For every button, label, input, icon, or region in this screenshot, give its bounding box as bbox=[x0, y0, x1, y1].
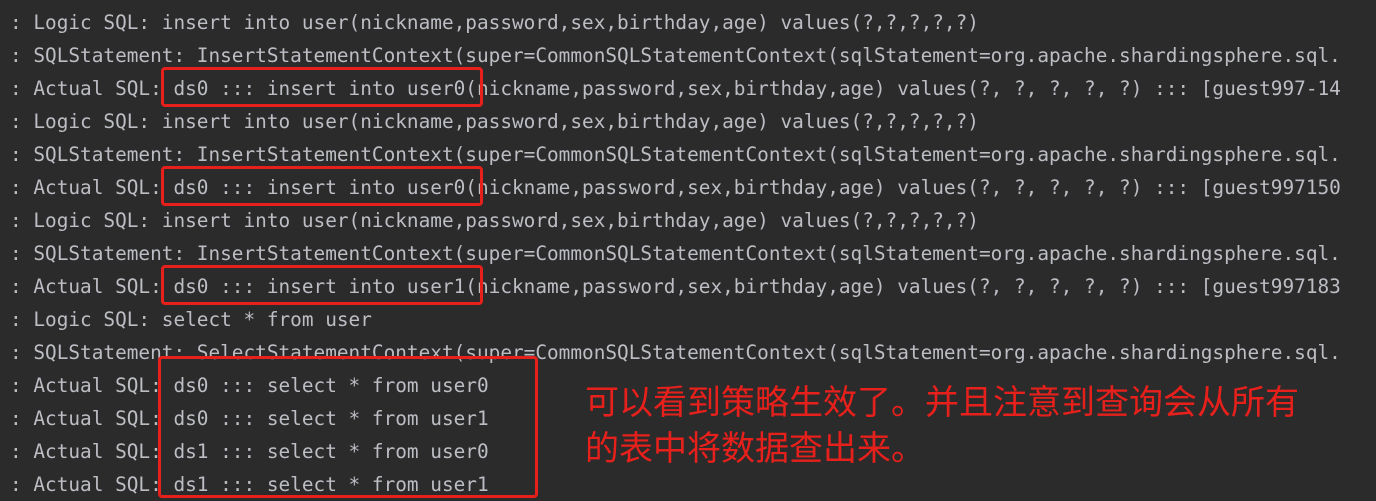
annotation-line-1: 可以看到策略生效了。并且注意到查询会从所有 bbox=[585, 383, 1299, 423]
log-line-logic-sql: : Logic SQL: select * from user bbox=[10, 308, 372, 331]
highlight-box-insert-2 bbox=[161, 166, 483, 206]
annotation-line-2: 的表中将数据查出来。 bbox=[585, 429, 925, 469]
log-line-logic-sql: : Logic SQL: insert into user(nickname,p… bbox=[10, 110, 979, 133]
log-line-logic-sql: : Logic SQL: insert into user(nickname,p… bbox=[10, 11, 979, 34]
log-line-logic-sql: : Logic SQL: insert into user(nickname,p… bbox=[10, 209, 979, 232]
highlight-box-insert-1 bbox=[161, 67, 483, 107]
highlight-box-insert-3 bbox=[161, 265, 483, 305]
highlight-box-select bbox=[158, 356, 538, 498]
annotation-text: 可以看到策略生效了。并且注意到查询会从所有 的表中将数据查出来。 bbox=[585, 380, 1365, 472]
